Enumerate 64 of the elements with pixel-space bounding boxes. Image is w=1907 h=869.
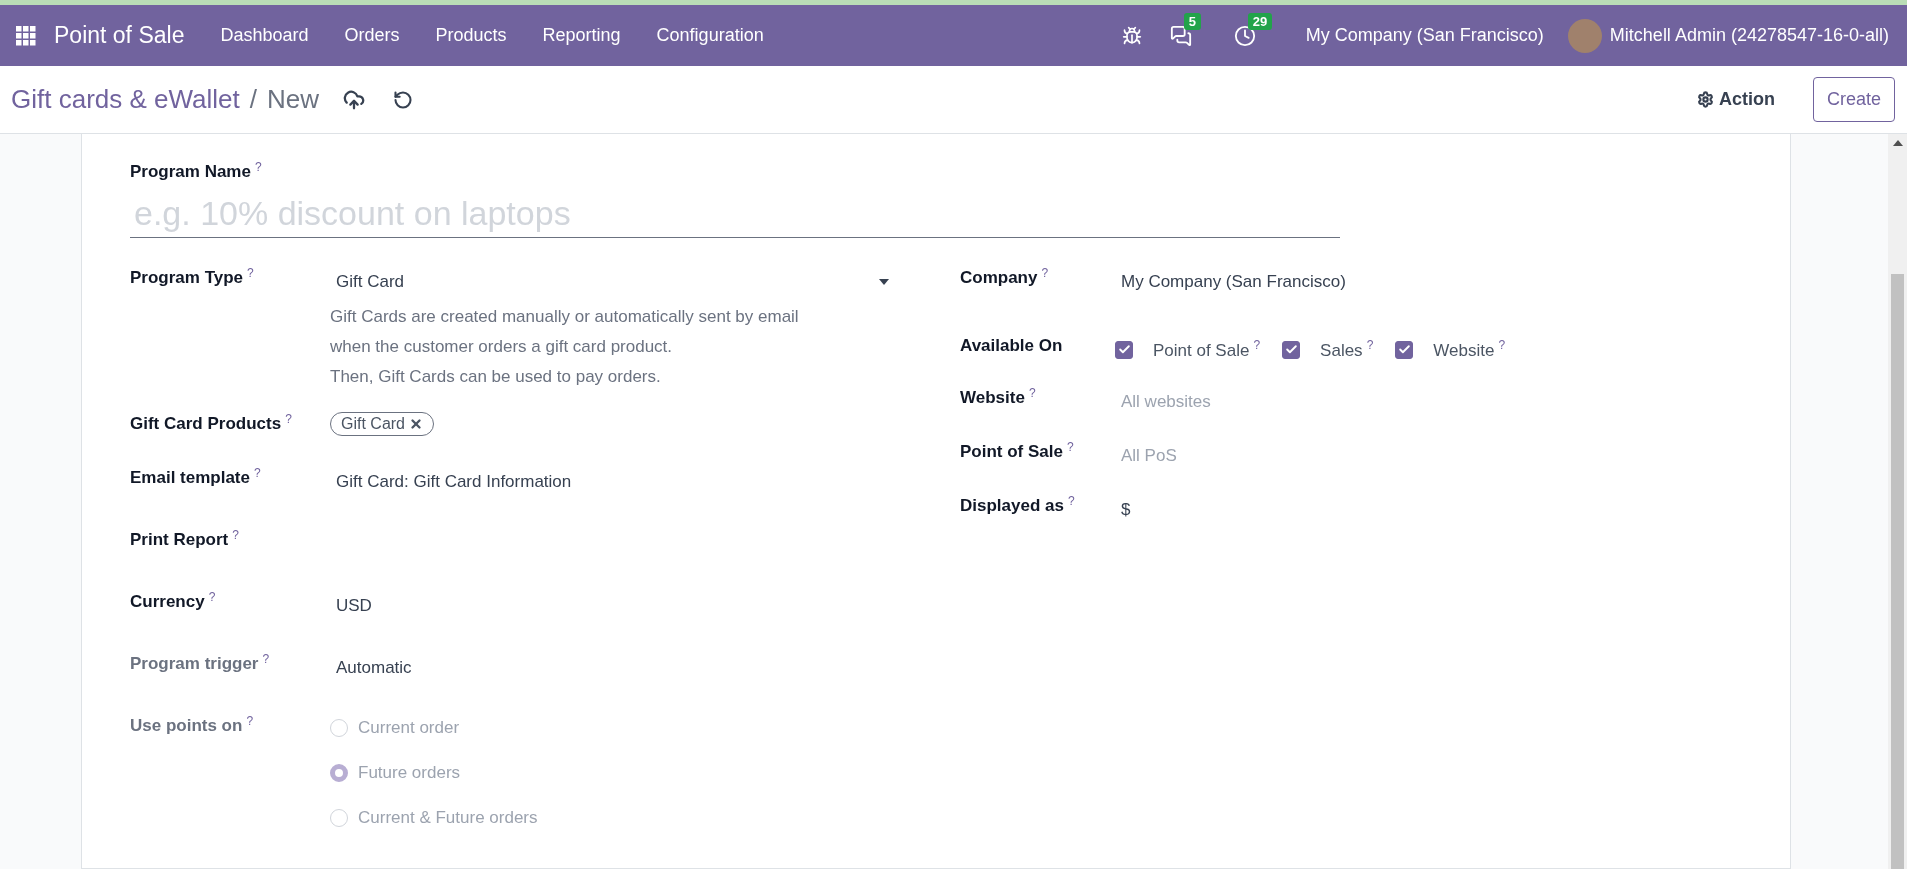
menu-item[interactable]: Orders	[326, 25, 418, 46]
field-label: Program trigger	[130, 654, 259, 674]
breadcrumb-current: New	[267, 84, 320, 115]
help-tooltip-mark[interactable]: ?	[1041, 266, 1049, 281]
field-label: Email template	[130, 468, 250, 488]
help-tooltip-mark[interactable]: ?	[254, 160, 262, 174]
field-label: Program Name	[130, 162, 251, 182]
breadcrumb-link[interactable]: Gift cards & eWallet	[11, 84, 240, 115]
checkbox-label: Sales	[1320, 341, 1363, 360]
checkbox-label: Website	[1433, 341, 1495, 360]
help-tooltip-mark[interactable]: ?	[1028, 386, 1036, 401]
checkbox[interactable]	[1395, 340, 1414, 359]
gear-icon	[1696, 91, 1714, 108]
menu-item[interactable]: Dashboard	[202, 25, 327, 46]
field-label: Company	[960, 268, 1038, 288]
apps-grid-icon[interactable]	[16, 25, 36, 46]
field-label: Website	[960, 388, 1025, 408]
chat-icon[interactable]	[1169, 24, 1192, 47]
app-name[interactable]: Point of Sale	[40, 22, 203, 49]
field-label: Point of Sale	[960, 442, 1063, 462]
message-count-badge: 5	[1183, 12, 1201, 30]
breadcrumb-separator: /	[249, 84, 257, 115]
help-tooltip-mark[interactable]: ?	[1366, 338, 1374, 353]
remove-tag-icon[interactable]	[409, 417, 423, 432]
program-type-select[interactable]: Gift Card	[330, 266, 895, 299]
field-value[interactable]: My Company (San Francisco)	[1115, 266, 1352, 299]
field-value[interactable]: Automatic	[330, 652, 418, 685]
help-tooltip-mark[interactable]: ?	[246, 714, 254, 729]
field-value[interactable]: $	[1115, 494, 1137, 527]
menu-item[interactable]: Configuration	[638, 25, 782, 46]
checkbox-label: Point of Sale	[1153, 341, 1250, 360]
help-tooltip-mark[interactable]: ?	[1066, 440, 1074, 455]
activity-count-badge: 29	[1247, 12, 1273, 30]
help-tooltip-mark[interactable]: ?	[285, 412, 292, 427]
help-tooltip-mark[interactable]: ?	[247, 266, 254, 281]
checkbox[interactable]	[1282, 340, 1301, 359]
help-tooltip-mark[interactable]: ?	[262, 652, 270, 667]
field-label: Use points on	[130, 716, 243, 736]
field-label: Gift Card Products	[130, 414, 282, 434]
caret-icon	[879, 279, 889, 286]
clock-icon[interactable]	[1233, 24, 1256, 47]
company-switcher[interactable]: My Company (San Francisco)	[1287, 25, 1562, 46]
field-value[interactable]: Gift Card: Gift Card Information	[330, 466, 578, 499]
menu-item[interactable]: Reporting	[524, 25, 639, 46]
help-tooltip-mark[interactable]: ?	[254, 466, 261, 481]
help-tooltip-mark[interactable]: ?	[1067, 494, 1075, 509]
create-button[interactable]: Create	[1812, 77, 1895, 122]
scrollbar[interactable]	[1888, 134, 1907, 869]
help-tooltip-mark[interactable]: ?	[1498, 338, 1506, 353]
user-name[interactable]: Mitchell Admin (24278547-16-0-all)	[1609, 25, 1889, 46]
field-label: Displayed as	[960, 496, 1064, 516]
help-tooltip-mark[interactable]: ?	[208, 590, 216, 605]
field-label: Available On	[960, 336, 1063, 356]
field-description: Gift Cards are created manually or automatically sent by email when the customer orders a gift card product. Then, Gift Cards can be used to pay orders.	[330, 306, 800, 389]
action-button[interactable]: Action	[1684, 81, 1787, 118]
menu-item[interactable]: Products	[417, 25, 525, 46]
field-value[interactable]: USD	[330, 590, 378, 623]
help-tooltip-mark[interactable]: ?	[232, 528, 239, 543]
checkbox[interactable]	[1115, 340, 1133, 359]
field-label: Program Type	[130, 268, 244, 288]
field-label: Print Report	[130, 530, 229, 550]
field-label: Currency	[130, 592, 205, 612]
bug-icon[interactable]	[1121, 25, 1142, 46]
help-tooltip-mark[interactable]: ?	[1253, 338, 1261, 353]
